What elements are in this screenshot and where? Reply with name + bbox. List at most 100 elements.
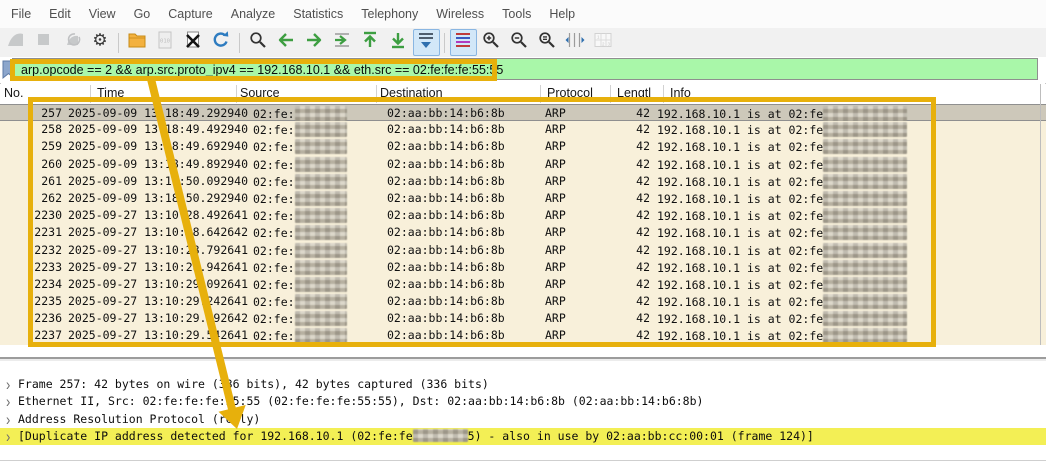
zoom-out-button[interactable]: [506, 29, 533, 56]
redacted-block: [823, 225, 908, 241]
cell-time: 2025-09-27 13:10:28.642642: [68, 225, 249, 240]
stop-capture-button[interactable]: [31, 29, 58, 56]
restart-capture-button[interactable]: [59, 29, 86, 56]
menu-item-edit[interactable]: Edit: [40, 0, 80, 28]
cell-source: 02:fe:: [253, 106, 347, 121]
column-header-lengtl[interactable]: Lengtl: [617, 86, 651, 100]
column-divider[interactable]: [376, 85, 377, 103]
column-header-time[interactable]: Time: [97, 86, 124, 100]
menu-item-analyze[interactable]: Analyze: [222, 0, 284, 28]
packet-row-2236[interactable]: 2236 2025-09-27 13:10:29.392642 02:fe: 02:a…: [0, 310, 1046, 328]
menu-item-view[interactable]: View: [80, 0, 125, 28]
detail-row-1[interactable]: › Ethernet II, Src: 02:fe:fe:fe:55:55 (02…: [0, 392, 1046, 411]
go-back-button[interactable]: [273, 29, 300, 56]
resize-columns-button[interactable]: [562, 29, 589, 56]
packet-row-262[interactable]: 262 2025-09-09 13:18:50.292940 02:fe: 02:aa…: [0, 189, 1046, 208]
go-forward-button[interactable]: [301, 29, 328, 56]
packet-row-257[interactable]: 257 2025-09-09 13:18:49.292940 02:fe: 02:aa…: [0, 104, 1046, 122]
redacted-block: [294, 242, 347, 258]
close-file-button[interactable]: [180, 29, 207, 56]
menu-item-wireless[interactable]: Wireless: [427, 0, 493, 28]
go-to-bottom-button[interactable]: [385, 29, 412, 56]
packet-row-261[interactable]: 261 2025-09-09 13:18:50.092940 02:fe: 02:aa…: [0, 172, 1046, 190]
redacted-block: [823, 106, 908, 121]
cell-no: 260: [41, 156, 62, 171]
cell-length: 42: [636, 106, 650, 120]
cell-destination: 02:aa:bb:14:b6:8b: [387, 156, 505, 171]
column-divider[interactable]: [610, 85, 611, 103]
menu-item-go[interactable]: Go: [125, 0, 160, 28]
redacted-block: [294, 173, 347, 189]
capture-options-button[interactable]: ⚙: [87, 29, 114, 56]
zoom-in-button[interactable]: [478, 29, 505, 56]
detail-row-0[interactable]: › Frame 257: 42 bytes on wire (336 bits),…: [0, 375, 1046, 394]
cell-protocol: ARP: [545, 276, 566, 291]
packet-row-2235[interactable]: 2235 2025-09-27 13:10:29.242641 02:fe: 02:a…: [0, 293, 1046, 311]
toolbar-separator: [239, 32, 240, 53]
expand-chevron-icon[interactable]: ›: [6, 426, 10, 448]
colorize-button[interactable]: [449, 29, 477, 56]
open-file-button[interactable]: [124, 29, 151, 56]
cell-destination: 02:aa:bb:14:b6:8b: [387, 139, 505, 154]
find-packet-button[interactable]: [245, 29, 272, 56]
cell-time: 2025-09-27 13:10:28.942641: [68, 259, 249, 274]
packet-row-2232[interactable]: 2232 2025-09-27 13:10:28.792641 02:fe: 02:a…: [0, 241, 1046, 259]
menu-item-statistics[interactable]: Statistics: [284, 0, 352, 28]
column-header-destination[interactable]: Destination: [380, 86, 443, 100]
start-capture-button[interactable]: [3, 29, 30, 56]
cell-info: 192.168.10.1 is at 02:fe: [657, 122, 908, 138]
cell-no: 257: [41, 106, 62, 120]
packet-row-2237[interactable]: 2237 2025-09-27 13:10:29.542641 02:fe: 02:a…: [0, 327, 1046, 345]
redacted-block: [294, 311, 347, 327]
layout-columns-icon: 123: [593, 30, 613, 55]
save-file-button[interactable]: 010: [152, 29, 179, 56]
pane-splitter[interactable]: [0, 345, 1046, 362]
cell-source: 02:fe:: [253, 156, 347, 172]
packet-row-2234[interactable]: 2234 2025-09-27 13:10:29.092641 02:fe: 02:a…: [0, 275, 1046, 294]
column-header-source[interactable]: Source: [240, 86, 280, 100]
column-divider[interactable]: [540, 85, 541, 103]
auto-scroll-button[interactable]: [412, 29, 440, 56]
column-divider[interactable]: [90, 85, 91, 103]
detail-text: Ethernet II, Src: 02:fe:fe:fe:55:55 (02:…: [18, 394, 704, 409]
packet-row-2231[interactable]: 2231 2025-09-27 13:10:28.642642 02:fe: 02:a…: [0, 224, 1046, 242]
detail-text: [Duplicate IP address detected for 192.1…: [18, 428, 814, 443]
go-to-packet-button[interactable]: [329, 29, 356, 56]
filter-bookmark-icon[interactable]: [0, 59, 11, 81]
detail-row-3[interactable]: › [Duplicate IP address detected for 192.…: [0, 426, 1046, 448]
packet-row-260[interactable]: 260 2025-09-09 13:18:49.892940 02:fe: 02:aa…: [0, 155, 1046, 173]
menu-item-help[interactable]: Help: [540, 0, 584, 28]
reload-file-button[interactable]: [208, 29, 235, 56]
menu-item-telephony[interactable]: Telephony: [352, 0, 427, 28]
menu-item-capture[interactable]: Capture: [159, 0, 221, 28]
redacted-block: [294, 259, 347, 275]
cell-time: 2025-09-09 13:18:50.092940: [68, 173, 249, 188]
packet-row-2230[interactable]: 2230 2025-09-27 13:10:28.492641 02:fe: 02:a…: [0, 207, 1046, 225]
cell-source: 02:fe:: [253, 242, 347, 258]
cell-length: 42: [636, 122, 650, 137]
display-filter-input[interactable]: arp.opcode == 2 && arp.src.proto_ipv4 ==…: [12, 58, 1038, 80]
go-to-top-button[interactable]: [357, 29, 384, 56]
column-header-no[interactable]: No.: [4, 86, 23, 100]
cell-info: 192.168.10.1 is at 02:fe: [657, 173, 908, 189]
zoom-reset-button[interactable]: [534, 29, 561, 56]
packet-row-2233[interactable]: 2233 2025-09-27 13:10:28.942641 02:fe: 02:a…: [0, 258, 1046, 276]
detail-row-2[interactable]: › Address Resolution Protocol (reply): [0, 410, 1046, 429]
column-divider[interactable]: [236, 85, 237, 103]
menu-item-file[interactable]: File: [2, 0, 40, 28]
column-header-protocol[interactable]: Protocol: [547, 86, 593, 100]
colorize-icon: [453, 30, 473, 55]
packet-row-259[interactable]: 259 2025-09-09 13:18:49.692940 02:fe: 02:aa…: [0, 138, 1046, 156]
find-packet-icon: [248, 30, 268, 55]
packet-row-258[interactable]: 258 2025-09-09 13:18:49.492940 02:fe: 02:aa…: [0, 121, 1046, 139]
cell-destination: 02:aa:bb:14:b6:8b: [387, 259, 505, 274]
layout-columns-button[interactable]: 123: [590, 29, 617, 56]
cell-protocol: ARP: [545, 156, 566, 171]
column-header-info[interactable]: Info: [670, 86, 691, 100]
zoom-out-icon: [509, 30, 529, 55]
menu-item-tools[interactable]: Tools: [493, 0, 540, 28]
cell-destination: 02:aa:bb:14:b6:8b: [387, 294, 505, 309]
cell-no: 2232: [34, 242, 62, 257]
redacted-block: [823, 294, 908, 310]
column-divider[interactable]: [663, 85, 664, 103]
